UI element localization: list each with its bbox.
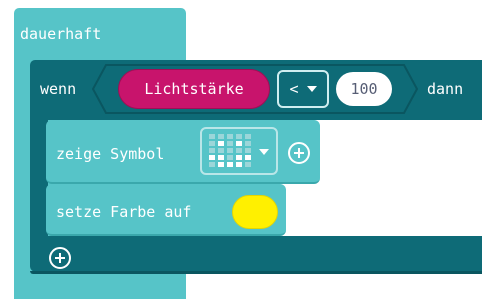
- show-icon-label: zeige Symbol: [56, 145, 165, 163]
- if-label: wenn: [40, 80, 77, 98]
- set-color-label: setze Farbe auf: [56, 203, 192, 221]
- color-swatch[interactable]: [232, 195, 278, 229]
- smiley-icon: [209, 134, 251, 167]
- operator-dropdown[interactable]: <: [277, 70, 329, 108]
- forever-label: dauerhaft: [20, 25, 102, 43]
- light-level-reporter[interactable]: Lichtstärke: [118, 69, 270, 109]
- operator-value: <: [289, 80, 299, 98]
- chevron-down-icon: [259, 149, 269, 155]
- add-else-icon[interactable]: [49, 247, 71, 269]
- if-block-footer[interactable]: [30, 236, 482, 272]
- threshold-input[interactable]: 100: [336, 72, 392, 106]
- add-parameter-icon[interactable]: [288, 142, 310, 164]
- chevron-down-icon: [306, 86, 317, 92]
- if-block-shadow: [30, 271, 482, 274]
- then-label: dann: [427, 80, 464, 98]
